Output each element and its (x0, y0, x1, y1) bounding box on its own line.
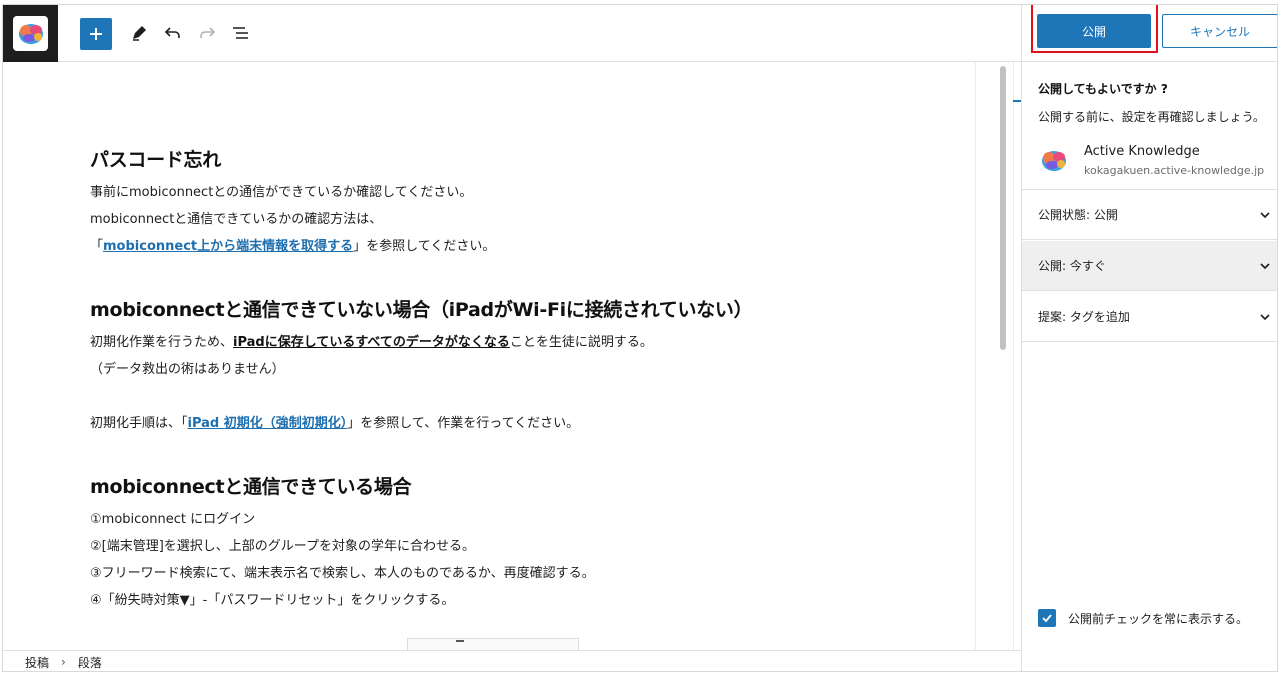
plus-icon (90, 28, 102, 40)
paragraph[interactable]: 初期化作業を行うため、iPadに保存しているすべてのデータがなくなることを生徒に… (90, 334, 653, 352)
editor-window: パスコード忘れ 事前にmobiconnectとの通信ができているか確認してくださ… (2, 4, 1278, 672)
confirm-title: 公開してもよいですか ? (1038, 82, 1168, 96)
panel-header: 公開 キャンセル (1022, 5, 1277, 62)
site-name: Active Knowledge (1084, 144, 1200, 159)
undo-icon (164, 27, 180, 38)
text: 」を参照してください。 (353, 239, 496, 254)
block-placeholder (407, 638, 579, 650)
visibility-row[interactable]: 公開状態: 公開 (1022, 190, 1277, 240)
redo-button[interactable] (195, 21, 219, 45)
step-item[interactable]: ②[端末管理]を選択し、上部のグループを対象の学年に合わせる。 (90, 538, 475, 556)
divider (975, 62, 976, 650)
chevron-right-icon: › (61, 655, 66, 669)
always-show-option[interactable]: 公開前チェックを常に表示する。 (1038, 609, 1248, 627)
step-item[interactable]: ③フリーワード検索にて、端末表示名で検索し、本人のものであるか、再度確認する。 (90, 565, 595, 583)
add-block-button[interactable] (80, 18, 112, 50)
heading-passcode[interactable]: パスコード忘れ (90, 145, 221, 172)
prepublish-panel: 公開 キャンセル 公開してもよいですか ? 公開する前に、設定を再確認しましょう… (1021, 5, 1277, 671)
text: 初期化手順は、「 (90, 416, 188, 431)
highlight-box (1031, 5, 1158, 53)
undo-button[interactable] (161, 21, 185, 45)
paragraph[interactable]: 初期化手順は、「iPad 初期化（強制初期化）」を参照して、作業を行ってください… (90, 415, 579, 433)
always-show-checkbox[interactable] (1038, 609, 1056, 627)
confirm-description: 公開する前に、設定を再確認しましょう。 (1038, 110, 1265, 124)
device-info-link[interactable]: mobiconnect上から端末情報を取得する (103, 239, 353, 254)
site-brain-icon (1040, 148, 1068, 176)
breadcrumb-post[interactable]: 投稿 (25, 654, 49, 671)
chevron-down-icon (1260, 263, 1270, 270)
paragraph[interactable]: 事前にmobiconnectとの通信ができているか確認してください。 (90, 184, 472, 202)
sidebar-tab-indicator (1013, 100, 1021, 102)
cancel-button[interactable]: キャンセル (1162, 14, 1277, 48)
step-item[interactable]: ①mobiconnect にログイン (90, 511, 255, 529)
list-view-button[interactable] (229, 21, 253, 45)
row-label: 提案: タグを追加 (1038, 310, 1130, 324)
text: 」を参照して、作業を行ってください。 (347, 416, 580, 431)
paragraph[interactable]: 「mobiconnect上から端末情報を取得する」を参照してください。 (90, 238, 495, 256)
editor-canvas[interactable]: パスコード忘れ 事前にmobiconnectとの通信ができているか確認してくださ… (3, 62, 1021, 650)
breadcrumb-paragraph[interactable]: 段落 (78, 654, 102, 671)
ipad-reset-link[interactable]: iPad 初期化（強制初期化） (188, 416, 348, 431)
checkmark-icon (1042, 614, 1052, 623)
tag-suggestion-row[interactable]: 提案: タグを追加 (1022, 292, 1277, 342)
row-label: 公開: 今すぐ (1038, 259, 1106, 273)
block-breadcrumb: 投稿 › 段落 (3, 650, 1021, 671)
brain-logo-icon (13, 16, 48, 51)
publish-date-row[interactable]: 公開: 今すぐ (1022, 241, 1277, 291)
paragraph[interactable]: （データ救出の術はありません） (90, 361, 285, 379)
heading-connected[interactable]: mobiconnectと通信できている場合 (90, 472, 412, 499)
text: ことを生徒に説明する。 (509, 335, 653, 350)
tools-button[interactable] (127, 21, 151, 45)
chevron-down-icon (1260, 314, 1270, 321)
step-item[interactable]: ④「紛失時対策▼」-「パスワードリセット」をクリックする。 (90, 592, 454, 610)
site-url: kokagakuen.active-knowledge.jp (1084, 164, 1265, 177)
paragraph[interactable]: mobiconnectと通信できているかの確認方法は、 (90, 211, 382, 229)
list-view-icon (233, 27, 248, 39)
text: 「 (90, 239, 104, 254)
always-show-label: 公開前チェックを常に表示する。 (1068, 611, 1249, 626)
pencil-icon (133, 26, 146, 41)
site-logo-button[interactable] (3, 5, 58, 62)
redo-icon (200, 27, 216, 38)
underlined-text: iPadに保存しているすべてのデータがなくなる (233, 335, 510, 350)
scrollbar-thumb[interactable] (1000, 66, 1006, 350)
row-label: 公開状態: 公開 (1038, 208, 1118, 222)
heading-not-connected[interactable]: mobiconnectと通信できていない場合（iPadがWi-Fiに接続されてい… (90, 295, 753, 322)
divider (1013, 62, 1014, 650)
chevron-down-icon (1260, 212, 1270, 219)
editor-toolbar (3, 5, 1021, 62)
publish-confirm: 公開してもよいですか ? 公開する前に、設定を再確認しましょう。 Active … (1022, 62, 1277, 190)
text: 初期化作業を行うため、 (90, 335, 234, 350)
